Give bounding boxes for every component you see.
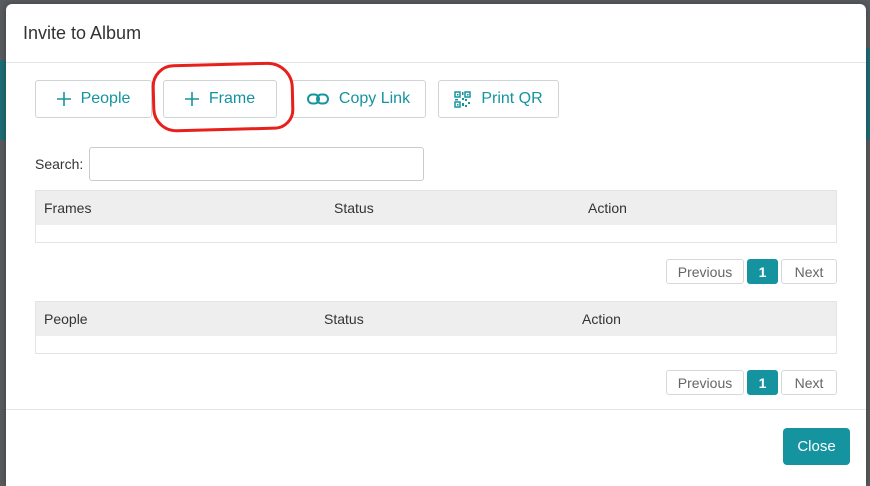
frames-table-body xyxy=(36,225,836,242)
copy-link-button[interactable]: Copy Link xyxy=(291,80,426,118)
people-table: People Status Action xyxy=(35,301,837,354)
column-header-action[interactable]: Action xyxy=(588,200,627,216)
next-page-button[interactable]: Next xyxy=(781,370,837,395)
search-label: Search: xyxy=(35,156,84,172)
people-pagination: Previous 1 Next xyxy=(666,370,837,395)
modal-header: Invite to Album xyxy=(6,4,866,63)
print-qr-label: Print QR xyxy=(481,90,543,107)
frames-table-header: Frames Status Action xyxy=(36,191,836,225)
plus-icon xyxy=(56,92,71,106)
add-frame-label: Frame xyxy=(208,90,256,107)
qr-code-icon xyxy=(454,90,472,108)
current-page-button[interactable]: 1 xyxy=(747,370,778,395)
add-people-label: People xyxy=(80,90,131,107)
invite-modal: Invite to Album People Frame Copy Link P… xyxy=(6,4,866,486)
column-header-action[interactable]: Action xyxy=(582,311,621,327)
column-header-status[interactable]: Status xyxy=(324,311,364,327)
column-header-frames[interactable]: Frames xyxy=(44,200,91,216)
copy-link-label: Copy Link xyxy=(338,90,411,107)
current-page-button[interactable]: 1 xyxy=(747,259,778,284)
frames-pagination: Previous 1 Next xyxy=(666,259,837,284)
add-people-button[interactable]: People xyxy=(35,80,152,118)
add-frame-button[interactable]: Frame xyxy=(163,80,277,118)
previous-page-button[interactable]: Previous xyxy=(666,259,744,284)
column-header-people[interactable]: People xyxy=(44,311,88,327)
people-table-body xyxy=(36,336,836,353)
plus-icon xyxy=(184,92,199,106)
column-header-status[interactable]: Status xyxy=(334,200,374,216)
people-table-header: People Status Action xyxy=(36,302,836,336)
link-icon xyxy=(306,93,329,105)
close-button[interactable]: Close xyxy=(783,428,850,465)
modal-footer: Close xyxy=(6,409,866,486)
invite-toolbar: People Frame Copy Link Print QR xyxy=(35,80,559,118)
previous-page-button[interactable]: Previous xyxy=(666,370,744,395)
modal-title: Invite to Album xyxy=(23,22,142,43)
frames-table: Frames Status Action xyxy=(35,190,837,243)
next-page-button[interactable]: Next xyxy=(781,259,837,284)
print-qr-button[interactable]: Print QR xyxy=(438,80,559,118)
search-input[interactable] xyxy=(89,147,424,181)
